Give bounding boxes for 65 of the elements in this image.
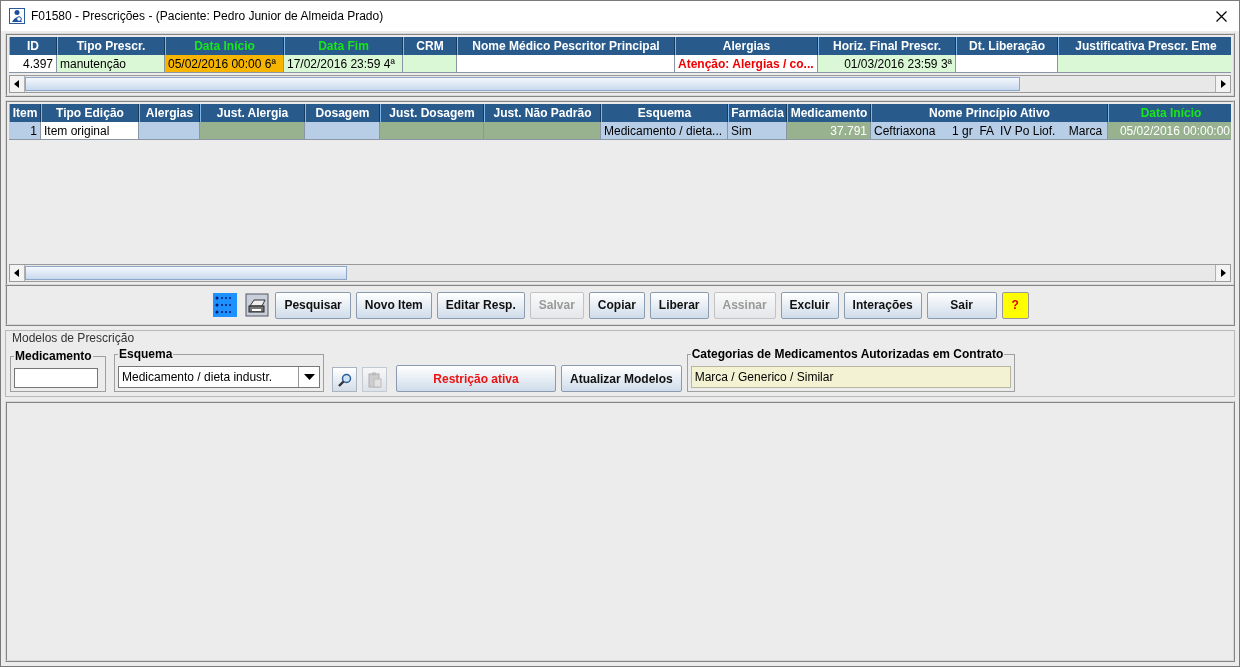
column-header[interactable]: CRM — [403, 37, 457, 55]
restriction-button[interactable]: Restrição ativa — [396, 365, 556, 392]
numbered-list-icon[interactable] — [211, 291, 239, 319]
table-cell: 37.791 — [787, 122, 871, 140]
table-cell: 05/02/2016 00:00 6ª — [165, 55, 284, 73]
table-cell: 4.397 — [9, 55, 57, 73]
column-header[interactable]: Just. Dosagem — [380, 104, 484, 122]
field-label: Esquema — [118, 347, 174, 361]
column-header[interactable]: Dosagem — [305, 104, 380, 122]
table-cell: 17/02/2016 23:59 4ª — [284, 55, 403, 73]
toolbar-button[interactable]: Interações — [843, 291, 922, 319]
section-title: Modelos de Prescrição — [11, 331, 136, 345]
medicamento-input[interactable] — [14, 368, 98, 388]
toolbar-button[interactable]: Excluir — [780, 291, 839, 319]
toolbar-button[interactable]: Editar Resp. — [436, 291, 525, 319]
table-cell: 01/03/2016 23:59 3ª — [818, 55, 956, 73]
horizontal-scrollbar[interactable] — [9, 264, 1231, 282]
column-header[interactable]: Farmácia — [728, 104, 787, 122]
column-header[interactable]: Just. Não Padrão — [484, 104, 601, 122]
esquema-dropdown[interactable]: Medicamento / dieta industr. — [118, 366, 320, 388]
window-title: F01580 - Prescrições - (Paciente: Pedro Junior de Almeida Prado) — [31, 9, 385, 23]
categories-field: Marca / Generico / Similar — [690, 366, 1011, 388]
column-header[interactable]: Alergias — [675, 37, 818, 55]
printer-icon[interactable] — [243, 291, 271, 319]
toolbar-button[interactable]: Novo Item — [355, 291, 432, 319]
toolbar-button[interactable]: Pesquisar — [275, 291, 351, 319]
column-header[interactable]: ID — [9, 37, 57, 55]
table-cell: 1 — [9, 122, 41, 140]
table-cell: manutenção — [57, 55, 165, 73]
column-header[interactable]: Nome Princípio Ativo — [871, 104, 1108, 122]
column-header[interactable]: Dt. Liberação — [956, 37, 1058, 55]
column-header[interactable]: Data Fim — [284, 37, 403, 55]
toolbar-button[interactable]: Liberar — [649, 291, 709, 319]
table-cell: 05/02/2016 00:00:00 — [1108, 122, 1231, 140]
field-label: Medicamento — [14, 349, 93, 363]
close-icon[interactable] — [1216, 10, 1227, 22]
column-header[interactable]: Data Início — [1108, 104, 1231, 122]
scroll-thumb[interactable] — [25, 266, 347, 280]
clipboard-icon — [367, 371, 382, 388]
column-header[interactable]: Item — [9, 104, 41, 122]
column-header[interactable]: Esquema — [601, 104, 728, 122]
column-header[interactable]: Alergias — [139, 104, 200, 122]
help-button[interactable]: ? — [1001, 291, 1029, 319]
column-header[interactable]: Tipo Edição — [41, 104, 139, 122]
search-button[interactable] — [332, 367, 357, 392]
scroll-thumb[interactable] — [25, 77, 1020, 91]
column-header[interactable]: Data Início — [165, 37, 284, 55]
horizontal-scrollbar[interactable] — [9, 75, 1231, 93]
column-header[interactable]: Medicamento — [787, 104, 871, 122]
table-cell: Ceftriaxona 1 gr FA IV Po Liof. Marca — [871, 122, 1108, 140]
table-cell: Item original — [41, 122, 139, 140]
table-cell: Medicamento / dieta... — [601, 122, 728, 140]
table-cell: Sim — [728, 122, 787, 140]
column-header[interactable]: Nome Médico Pescritor Principal — [457, 37, 675, 55]
column-header[interactable]: Just. Alergia — [200, 104, 305, 122]
table-cell: Atenção: Alergias / co... — [675, 55, 818, 73]
field-label: Categorias de Medicamentos Autorizadas em Contrato — [690, 347, 1005, 361]
column-header[interactable]: Horiz. Final Prescr. — [818, 37, 956, 55]
column-header[interactable]: Tipo Prescr. — [57, 37, 165, 55]
search-icon — [337, 372, 352, 387]
update-models-button[interactable]: Atualizar Modelos — [561, 365, 682, 392]
toolbar-button[interactable]: Sair — [926, 291, 997, 319]
app-icon — [9, 8, 25, 24]
column-header[interactable]: Justificativa Prescr. Eme — [1058, 37, 1231, 55]
toolbar-button[interactable]: Copiar — [588, 291, 645, 319]
